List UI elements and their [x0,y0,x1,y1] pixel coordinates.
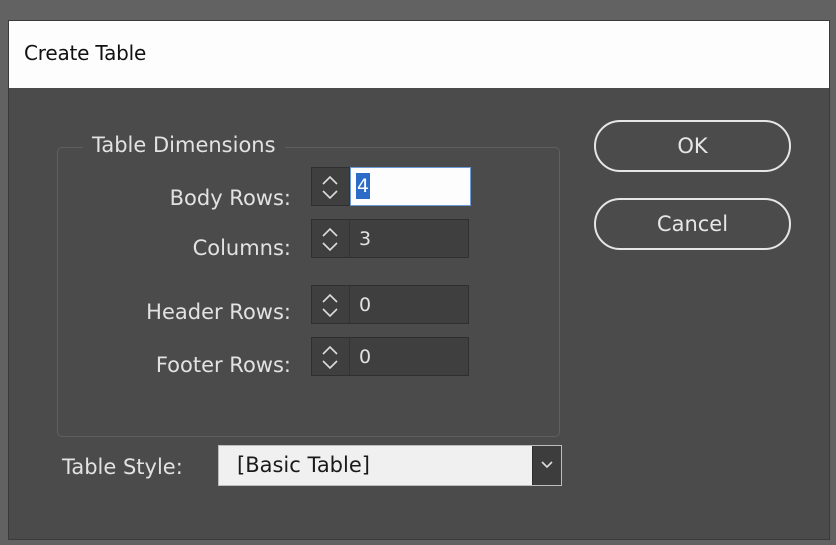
header-rows-stepper[interactable]: 0 [311,285,469,324]
footer-rows-value[interactable]: 0 [359,345,371,369]
up-down-arrows-icon [322,293,338,318]
table-style-label: Table Style: [62,455,183,479]
table-style-dropdown-button[interactable] [532,446,561,485]
table-dimensions-group [57,147,560,437]
footer-rows-stepper[interactable]: 0 [311,337,469,376]
chevron-down-icon [541,461,553,469]
header-rows-spin-button[interactable] [312,286,350,323]
table-style-select[interactable]: [Basic Table] [218,445,562,486]
footer-rows-spin-button[interactable] [312,338,350,375]
columns-label: Columns: [192,236,291,260]
body-rows-spin-button[interactable] [312,168,350,205]
dialog-title: Create Table [24,41,147,65]
table-style-value: [Basic Table] [237,453,370,477]
footer-rows-label: Footer Rows: [155,353,291,377]
up-down-arrows-icon [322,175,338,200]
up-down-arrows-icon [322,227,338,252]
columns-value[interactable]: 3 [359,227,371,251]
body-rows-label: Body Rows: [169,186,291,210]
header-rows-value[interactable]: 0 [359,293,371,317]
ok-button[interactable]: OK [594,120,791,172]
body-rows-field[interactable]: 4 [350,167,471,206]
cancel-button[interactable]: Cancel [594,198,791,250]
up-down-arrows-icon [322,345,338,370]
create-table-dialog: Create Table Table Dimensions Body Rows:… [8,20,830,540]
columns-stepper[interactable]: 3 [311,219,469,258]
body-rows-stepper[interactable]: 4 [311,167,471,206]
header-rows-label: Header Rows: [146,300,291,324]
columns-spin-button[interactable] [312,220,350,257]
table-dimensions-title: Table Dimensions [83,131,285,159]
dialog-titlebar[interactable]: Create Table [9,21,829,88]
body-rows-value: 4 [356,173,371,199]
